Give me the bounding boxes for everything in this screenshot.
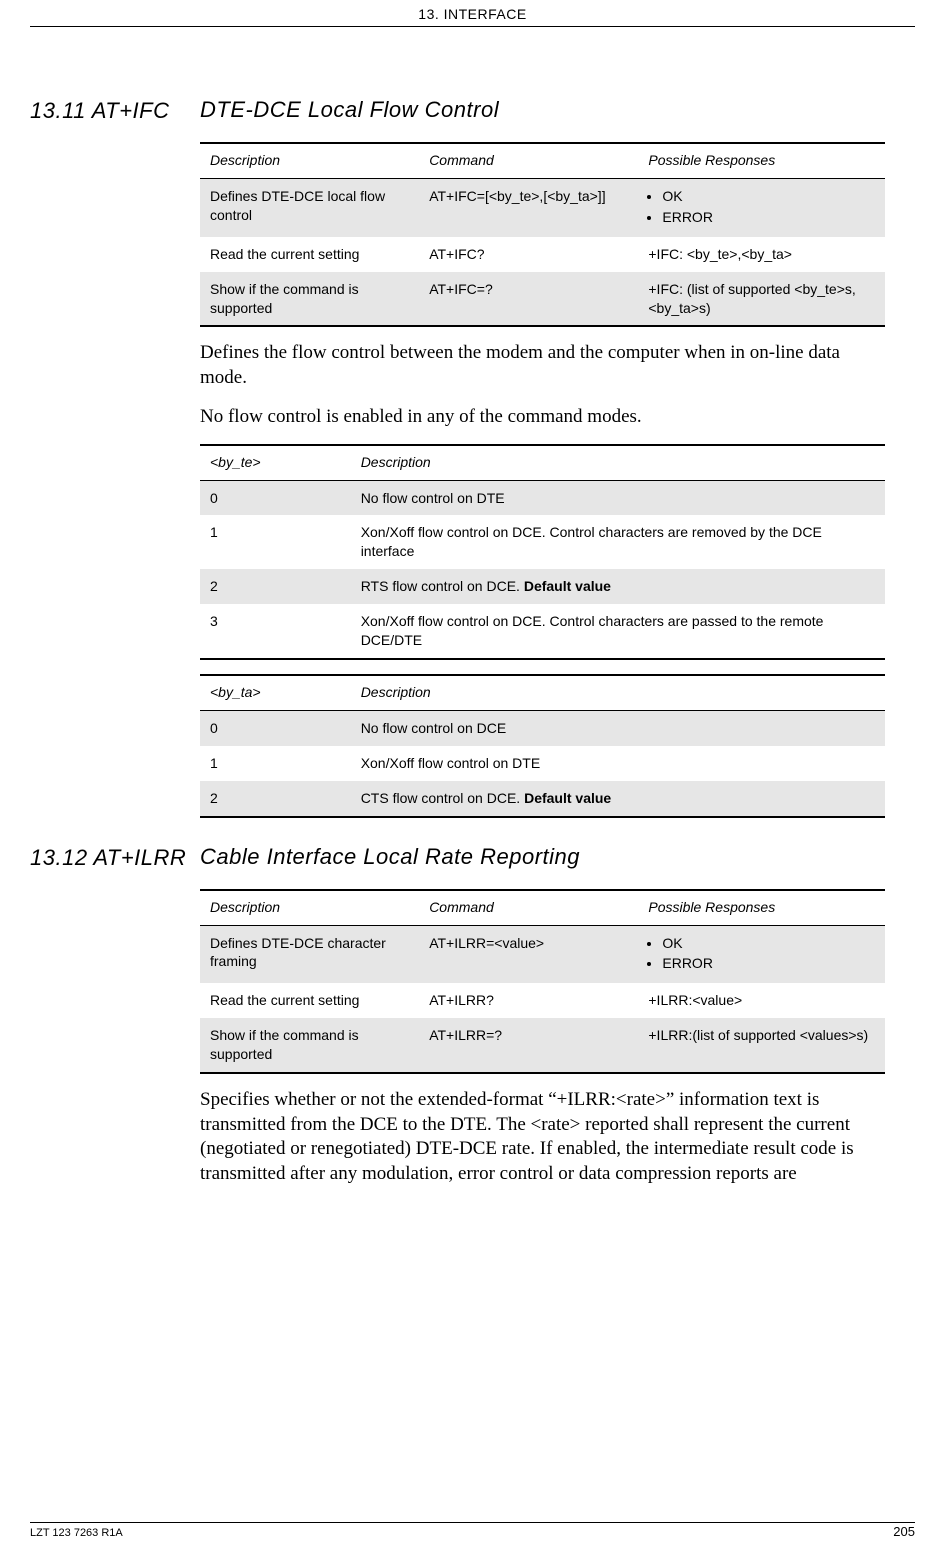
col-header: <by_te> bbox=[200, 445, 351, 481]
cell: Xon/Xoff flow control on DCE. Control ch… bbox=[351, 515, 885, 569]
resp-item: ERROR bbox=[662, 208, 875, 227]
table-row: 0 No flow control on DCE bbox=[200, 710, 885, 745]
table-row: Read the current setting AT+ILRR? +ILRR:… bbox=[200, 983, 885, 1018]
table-row: 2 RTS flow control on DCE. Default value bbox=[200, 569, 885, 604]
cell: 1 bbox=[200, 515, 351, 569]
table-row: Show if the command is supported AT+IFC=… bbox=[200, 272, 885, 327]
cell: 1 bbox=[200, 746, 351, 781]
cell: +ILRR:(list of supported <values>s) bbox=[638, 1018, 885, 1073]
cell: 0 bbox=[200, 710, 351, 745]
cell: Xon/Xoff flow control on DCE. Control ch… bbox=[351, 604, 885, 659]
cell: OK ERROR bbox=[638, 925, 885, 983]
section-title: Cable Interface Local Rate Reporting bbox=[200, 844, 580, 870]
param-table-byta: <by_ta> Description 0 No flow control on… bbox=[200, 674, 885, 818]
cell: 2 bbox=[200, 569, 351, 604]
col-header: Description bbox=[200, 143, 419, 179]
page-content: 13.11 AT+IFC DTE-DCE Local Flow Control … bbox=[0, 27, 945, 1187]
table-row: Defines DTE-DCE local flow control AT+IF… bbox=[200, 179, 885, 237]
page-footer: LZT 123 7263 R1A 205 bbox=[30, 1522, 915, 1542]
cell: RTS flow control on DCE. Default value bbox=[351, 569, 885, 604]
col-header: Possible Responses bbox=[638, 890, 885, 926]
running-header: 13. INTERFACE bbox=[30, 0, 915, 27]
col-header: Description bbox=[351, 445, 885, 481]
command-table: Description Command Possible Responses D… bbox=[200, 142, 885, 327]
doc-id: LZT 123 7263 R1A bbox=[30, 1527, 123, 1539]
cell-text: RTS flow control on DCE. bbox=[361, 578, 524, 594]
cell: 0 bbox=[200, 480, 351, 515]
default-tag: Default value bbox=[524, 790, 611, 806]
cell: OK ERROR bbox=[638, 179, 885, 237]
section-body: Description Command Possible Responses D… bbox=[200, 889, 885, 1187]
table-row: 0 No flow control on DTE bbox=[200, 480, 885, 515]
command-table: Description Command Possible Responses D… bbox=[200, 889, 885, 1074]
cell: Xon/Xoff flow control on DTE bbox=[351, 746, 885, 781]
section-heading: 13.12 AT+ILRR Cable Interface Local Rate… bbox=[30, 844, 885, 871]
col-header: Possible Responses bbox=[638, 143, 885, 179]
cell: AT+IFC=[<by_te>,[<by_ta>]] bbox=[419, 179, 638, 237]
table-row: 1 Xon/Xoff flow control on DTE bbox=[200, 746, 885, 781]
col-header: Description bbox=[200, 890, 419, 926]
col-header: Command bbox=[419, 890, 638, 926]
table-row: 2 CTS flow control on DCE. Default value bbox=[200, 781, 885, 817]
cell: AT+IFC=? bbox=[419, 272, 638, 327]
paragraph: No flow control is enabled in any of the… bbox=[200, 405, 885, 430]
section-heading: 13.11 AT+IFC DTE-DCE Local Flow Control bbox=[30, 97, 885, 124]
section-title: DTE-DCE Local Flow Control bbox=[200, 97, 499, 123]
col-header: Command bbox=[419, 143, 638, 179]
table-row: Show if the command is supported AT+ILRR… bbox=[200, 1018, 885, 1073]
cell: 3 bbox=[200, 604, 351, 659]
cell: No flow control on DTE bbox=[351, 480, 885, 515]
section-number: 13.12 AT+ILRR bbox=[30, 844, 200, 871]
resp-item: OK bbox=[662, 187, 875, 206]
cell: No flow control on DCE bbox=[351, 710, 885, 745]
section-body: Description Command Possible Responses D… bbox=[200, 142, 885, 818]
cell: Defines DTE-DCE character framing bbox=[200, 925, 419, 983]
table-row: Read the current setting AT+IFC? +IFC: <… bbox=[200, 237, 885, 272]
paragraph: Specifies whether or not the extended-fo… bbox=[200, 1088, 885, 1187]
cell: AT+ILRR=<value> bbox=[419, 925, 638, 983]
cell: CTS flow control on DCE. Default value bbox=[351, 781, 885, 817]
resp-item: OK bbox=[662, 934, 875, 953]
cell: Show if the command is supported bbox=[200, 1018, 419, 1073]
cell: AT+ILRR=? bbox=[419, 1018, 638, 1073]
section-number: 13.11 AT+IFC bbox=[30, 97, 200, 124]
page-number: 205 bbox=[893, 1524, 915, 1539]
cell: AT+ILRR? bbox=[419, 983, 638, 1018]
cell: Read the current setting bbox=[200, 983, 419, 1018]
cell: 2 bbox=[200, 781, 351, 817]
default-tag: Default value bbox=[524, 578, 611, 594]
param-table-byte: <by_te> Description 0 No flow control on… bbox=[200, 444, 885, 660]
cell-text: CTS flow control on DCE. bbox=[361, 790, 524, 806]
cell: +IFC: (list of supported <by_te>s,<by_ta… bbox=[638, 272, 885, 327]
cell: Defines DTE-DCE local flow control bbox=[200, 179, 419, 237]
cell: +ILRR:<value> bbox=[638, 983, 885, 1018]
table-row: 3 Xon/Xoff flow control on DCE. Control … bbox=[200, 604, 885, 659]
resp-item: ERROR bbox=[662, 954, 875, 973]
cell: +IFC: <by_te>,<by_ta> bbox=[638, 237, 885, 272]
table-row: 1 Xon/Xoff flow control on DCE. Control … bbox=[200, 515, 885, 569]
cell: AT+IFC? bbox=[419, 237, 638, 272]
paragraph: Defines the flow control between the mod… bbox=[200, 341, 885, 390]
col-header: Description bbox=[351, 675, 885, 711]
col-header: <by_ta> bbox=[200, 675, 351, 711]
cell: Read the current setting bbox=[200, 237, 419, 272]
table-row: Defines DTE-DCE character framing AT+ILR… bbox=[200, 925, 885, 983]
cell: Show if the command is supported bbox=[200, 272, 419, 327]
